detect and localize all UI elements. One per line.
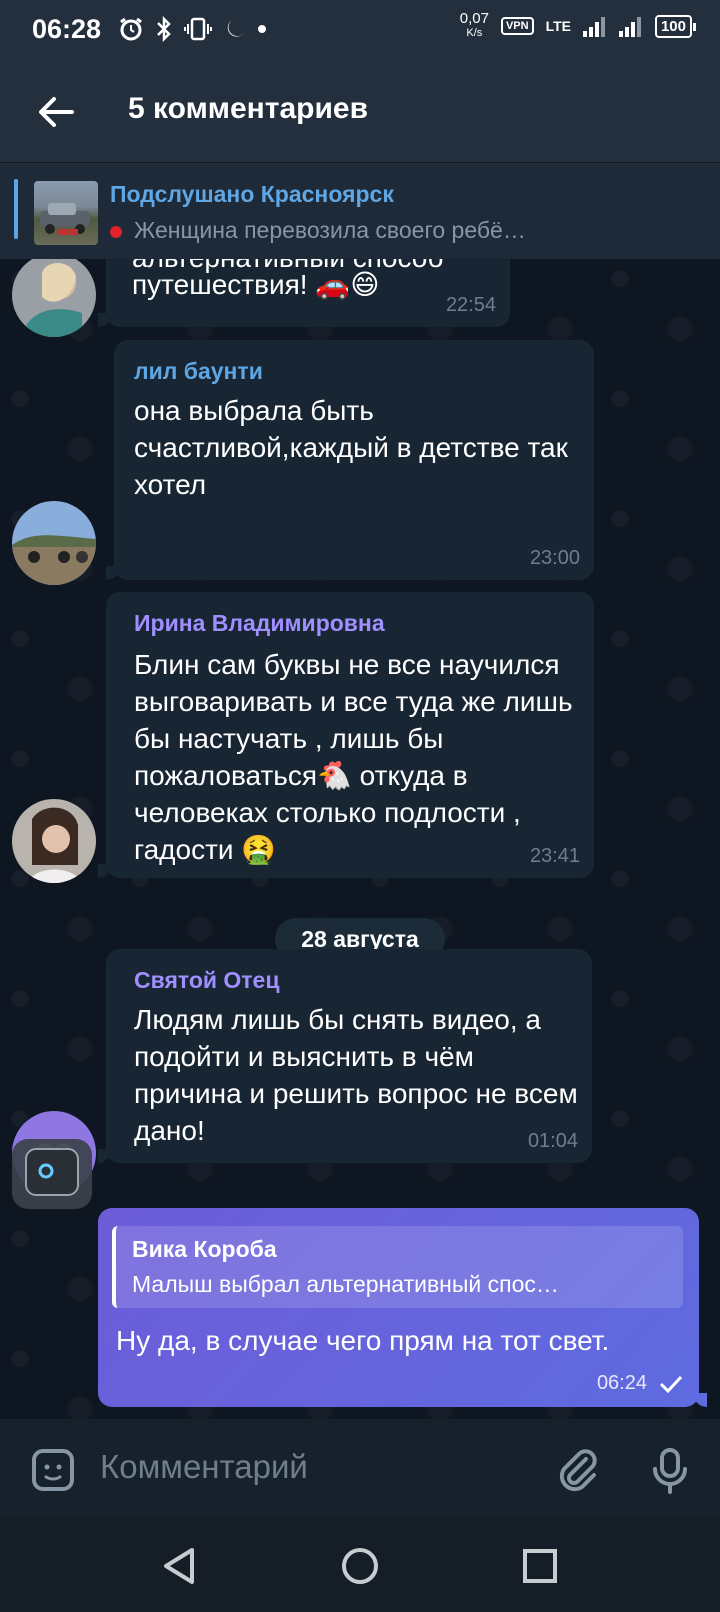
battery-icon: 100	[654, 14, 697, 38]
signal-icon-2	[618, 17, 641, 37]
post-thumbnail	[34, 181, 98, 245]
nav-recents-icon[interactable]	[518, 1544, 562, 1588]
sender-name[interactable]: Святой Отец	[134, 967, 280, 994]
moon-icon	[227, 20, 244, 37]
reply-text: Малыш выбрал альтернативный спос…	[132, 1271, 559, 1297]
dot-icon	[258, 25, 266, 33]
floating-widget[interactable]	[12, 1139, 92, 1209]
reply-author: Вика Короба	[132, 1236, 277, 1262]
comment-bubble[interactable]: Ирина Владимировна Блин сам буквы не все…	[98, 592, 594, 878]
avatar[interactable]	[12, 501, 96, 585]
microphone-icon[interactable]	[645, 1445, 695, 1495]
post-preview: Женщина перевозила своего ребё…	[110, 217, 526, 244]
checkmark-icon	[659, 1375, 683, 1393]
reply-quote[interactable]: Вика Короба Малыш выбрал альтернативный …	[112, 1226, 683, 1308]
message-time: 23:00	[529, 547, 580, 569]
comment-text: Ну да, в случае чего прям на тот свет.	[116, 1325, 610, 1356]
alarm-icon	[120, 17, 142, 41]
pinned-post[interactable]: Подслушано Красноярск Женщина перевозила…	[0, 162, 720, 259]
comment-composer: Комментарий	[0, 1420, 720, 1518]
sender-name[interactable]: лил баунти	[134, 358, 263, 385]
vpn-badge: VPN	[500, 17, 534, 35]
avatar[interactable]	[12, 799, 96, 883]
outgoing-bubble[interactable]: Вика Короба Малыш выбрал альтернативный …	[98, 1208, 707, 1407]
signal-icon	[582, 17, 605, 37]
message-meta: 06:24	[597, 1372, 683, 1395]
net-speed: 0,07 K/s	[459, 10, 489, 39]
comment-input[interactable]: Комментарий	[100, 1448, 308, 1486]
system-nav-bar	[0, 1518, 720, 1612]
camera-widget-icon	[25, 1148, 79, 1196]
comment-bubble[interactable]: Святой Отец Людям лишь бы снять видео, а…	[98, 949, 592, 1163]
comment-bubble[interactable]: альтернативный способ путешествия! 🚗😄 22…	[98, 259, 510, 327]
app-bar: 5 комментариев	[0, 62, 720, 162]
nav-home-icon[interactable]	[338, 1544, 382, 1588]
nav-back-icon[interactable]	[158, 1544, 202, 1588]
vibrate-icon	[184, 17, 212, 41]
status-time: 06:28	[32, 14, 102, 44]
sticker-icon[interactable]	[28, 1445, 78, 1495]
message-time: 01:04	[527, 1130, 578, 1152]
comment-text: она выбрала быть счастливой,каждый в дет…	[134, 395, 568, 500]
sender-name[interactable]: Ирина Владимировна	[134, 610, 385, 637]
channel-name: Подслушано Красноярск	[110, 181, 394, 207]
lte-label: LTE	[545, 18, 571, 34]
status-icons-left	[118, 16, 268, 42]
message-time: 23:41	[529, 845, 580, 867]
comment-text: Блин сам буквы не все научился выговарив…	[134, 649, 573, 865]
bluetooth-icon	[157, 16, 171, 42]
comment-text: Людям лишь бы снять видео, а подойти и в…	[134, 1004, 578, 1146]
back-arrow-icon[interactable]	[34, 90, 78, 134]
message-time: 22:54	[445, 294, 496, 316]
status-icons-right: 0,07 K/s VPN LTE 100	[459, 10, 697, 40]
pin-indicator	[14, 179, 18, 239]
live-dot-icon	[110, 225, 122, 238]
attach-icon[interactable]	[552, 1445, 602, 1495]
page-title: 5 комментариев	[128, 92, 369, 125]
comments-list[interactable]: альтернативный способ путешествия! 🚗😄 22…	[0, 259, 720, 1419]
status-bar: 06:28 0,07 K/s VPN LTE 100	[0, 0, 720, 62]
comment-bubble[interactable]: лил баунти она выбрала быть счастливой,к…	[106, 340, 594, 580]
